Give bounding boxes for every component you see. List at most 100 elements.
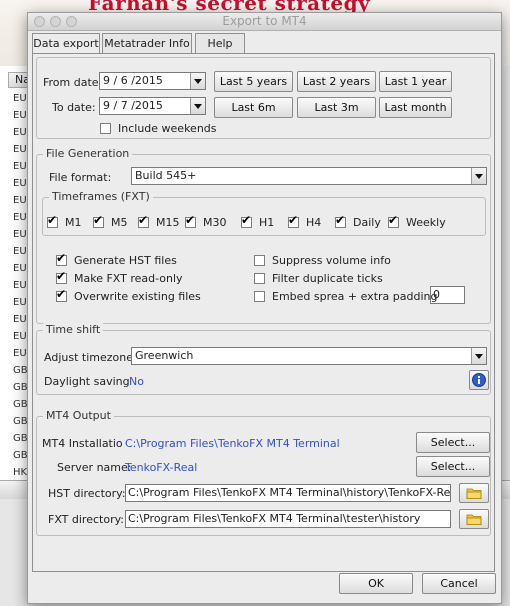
last-3m-button[interactable]: Last 3m bbox=[297, 97, 376, 118]
from-date-value: 9 / 6 /2015 bbox=[103, 74, 163, 87]
mt4-output-group: MT4 Output MT4 Installatio C:\Program Fi… bbox=[36, 409, 491, 536]
timeframe-h4-checkbox[interactable]: ✔ bbox=[288, 213, 299, 228]
symbol-list-row[interactable]: GB bbox=[13, 399, 28, 410]
include-weekends-label: Include weekends bbox=[118, 122, 217, 135]
tab-metatrader-info[interactable]: Metatrader Info bbox=[102, 33, 192, 53]
last-1-year-button[interactable]: Last 1 year bbox=[379, 71, 452, 92]
server-name-value[interactable]: TenkoFX-Real bbox=[125, 461, 197, 474]
daylight-saving-label: Daylight saving bbox=[44, 375, 130, 388]
generate-hst-files-checkbox[interactable]: ✔ bbox=[56, 251, 67, 266]
time-shift-group: Time shift Adjust timezone: Greenwich Da… bbox=[36, 323, 491, 395]
chevron-down-icon bbox=[471, 348, 486, 364]
symbol-list-row[interactable]: EU bbox=[13, 229, 27, 240]
checkmark-icon: ✔ bbox=[185, 213, 196, 227]
checkmark-icon: ✔ bbox=[56, 251, 67, 265]
timeframe-m30-label: M30 bbox=[203, 216, 227, 229]
chevron-down-icon bbox=[190, 98, 205, 114]
timeframe-m30-checkbox[interactable]: ✔ bbox=[185, 213, 196, 228]
checkmark-icon: ✔ bbox=[288, 213, 299, 227]
symbol-list-row[interactable]: GB bbox=[13, 382, 28, 393]
symbol-list-row[interactable]: EU bbox=[13, 246, 27, 257]
filter-duplicate-ticks-label: Filter duplicate ticks bbox=[272, 272, 383, 285]
timeframe-m5-checkbox[interactable]: ✔ bbox=[93, 213, 104, 228]
fxt-directory-label: FXT directory: bbox=[48, 513, 125, 526]
timeframe-daily-checkbox[interactable]: ✔ bbox=[335, 214, 346, 228]
symbol-list-row[interactable]: EU bbox=[13, 178, 27, 189]
symbol-list-row[interactable]: EU bbox=[13, 195, 27, 206]
timeframes-title: Timeframes (FXT) bbox=[49, 190, 153, 203]
timeframe-h1-checkbox[interactable]: ✔ bbox=[241, 213, 252, 228]
symbol-list-row[interactable]: EU bbox=[13, 212, 27, 223]
folder-icon bbox=[466, 514, 482, 525]
from-date-label: From date: bbox=[43, 76, 103, 89]
browse-hst-button[interactable] bbox=[459, 483, 489, 503]
last-5-years-button[interactable]: Last 5 years bbox=[214, 71, 293, 92]
from-date-picker[interactable]: 9 / 6 /2015 bbox=[99, 72, 206, 90]
daylight-saving-value[interactable]: No bbox=[129, 375, 144, 388]
dialog-title: Export to MT4 bbox=[222, 14, 307, 28]
ok-button[interactable]: OK bbox=[339, 573, 413, 594]
info-button[interactable] bbox=[469, 370, 489, 390]
mt4-install-label: MT4 Installatio bbox=[42, 437, 123, 450]
select-server-button[interactable]: Select... bbox=[416, 456, 490, 477]
symbol-list-row[interactable]: GB bbox=[13, 416, 28, 427]
file-format-select[interactable]: Build 545+ bbox=[131, 167, 487, 185]
to-date-picker[interactable]: 9 / 7 /2015 bbox=[99, 97, 206, 115]
background-bottom-bar bbox=[0, 480, 30, 499]
symbol-list-row[interactable]: EU bbox=[13, 263, 27, 274]
symbol-list-row[interactable]: GB bbox=[13, 433, 28, 444]
symbol-list-row[interactable]: EU bbox=[13, 161, 27, 172]
select-install-button[interactable]: Select... bbox=[416, 432, 490, 453]
export-dialog: Export to MT4 Data export Metatrader Inf… bbox=[27, 12, 502, 604]
timeframe-m15-label: M15 bbox=[156, 216, 180, 229]
timeframe-daily-label: Daily bbox=[353, 216, 381, 229]
hst-directory-input[interactable]: C:\Program Files\TenkoFX MT4 Terminal\hi… bbox=[125, 484, 451, 502]
timeframe-weekly-label: Weekly bbox=[406, 216, 446, 229]
last-month-button[interactable]: Last month bbox=[379, 97, 452, 118]
hst-directory-label: HST directory: bbox=[48, 487, 126, 500]
timeframe-weekly-checkbox[interactable]: ✔ bbox=[388, 213, 399, 228]
folder-icon bbox=[466, 488, 482, 499]
data-export-panel: From date: 9 / 6 /2015 To date: 9 / 7 /2… bbox=[32, 53, 495, 572]
timeframe-h1-label: H1 bbox=[259, 216, 275, 229]
mt4-install-path[interactable]: C:\Program Files\TenkoFX MT4 Terminal bbox=[125, 437, 340, 450]
symbol-list-row[interactable]: GB bbox=[13, 450, 28, 461]
symbol-list-row[interactable]: EU bbox=[13, 314, 27, 325]
timeframe-m1-checkbox[interactable]: ✔ bbox=[47, 214, 58, 228]
last-2-years-button[interactable]: Last 2 years bbox=[297, 71, 376, 92]
symbol-list-row[interactable]: EU bbox=[13, 348, 27, 359]
checkmark-icon: ✔ bbox=[56, 287, 67, 301]
timezone-label: Adjust timezone: bbox=[44, 351, 137, 364]
checkmark-icon: ✔ bbox=[388, 213, 399, 227]
file-format-value: Build 545+ bbox=[135, 169, 197, 182]
timeframes-group: Timeframes (FXT) ✔ M1 ✔ M5 ✔ M15 ✔ M30 ✔ H1 ✔ H4 ✔ Da… bbox=[42, 190, 486, 236]
checkmark-icon: ✔ bbox=[93, 213, 104, 227]
timeframe-m15-checkbox[interactable]: ✔ bbox=[138, 214, 149, 228]
fxt-directory-input[interactable]: C:\Program Files\TenkoFX MT4 Terminal\te… bbox=[125, 510, 451, 528]
embed-sprea-extra-padding-label: Embed sprea + extra padding bbox=[272, 290, 438, 303]
cancel-button[interactable]: Cancel bbox=[422, 573, 496, 594]
overwrite-existing-files-checkbox[interactable]: ✔ bbox=[56, 287, 67, 302]
symbol-list-row[interactable]: EU bbox=[13, 127, 27, 138]
symbol-list-row[interactable]: HK bbox=[13, 467, 27, 478]
include-weekends-checkbox[interactable] bbox=[100, 123, 111, 134]
chevron-down-icon bbox=[471, 168, 486, 184]
tab-data-export[interactable]: Data export bbox=[32, 33, 100, 54]
timezone-select[interactable]: Greenwich bbox=[131, 347, 487, 365]
embed-sprea-extra-padding-checkbox[interactable] bbox=[254, 291, 265, 302]
filter-duplicate-ticks-checkbox[interactable] bbox=[254, 273, 265, 284]
tab-help[interactable]: Help bbox=[195, 33, 245, 53]
browse-fxt-button[interactable] bbox=[459, 509, 489, 529]
checkmark-icon: ✔ bbox=[241, 213, 252, 227]
symbol-list-row[interactable]: EU bbox=[13, 280, 27, 291]
make-fxt-read-only-checkbox[interactable]: ✔ bbox=[56, 270, 67, 284]
symbol-list-row[interactable]: EU bbox=[13, 93, 27, 104]
symbol-list-row[interactable]: EU bbox=[13, 144, 27, 155]
symbol-list-row[interactable]: EU bbox=[13, 297, 27, 308]
symbol-list-row[interactable]: EU bbox=[13, 331, 27, 342]
symbol-list-row[interactable]: EU bbox=[13, 110, 27, 121]
suppress-volume-info-checkbox[interactable] bbox=[254, 255, 265, 266]
last-6m-button[interactable]: Last 6m bbox=[214, 97, 293, 118]
timeframe-h4-label: H4 bbox=[306, 216, 322, 229]
symbol-list-row[interactable]: GB bbox=[13, 365, 28, 376]
